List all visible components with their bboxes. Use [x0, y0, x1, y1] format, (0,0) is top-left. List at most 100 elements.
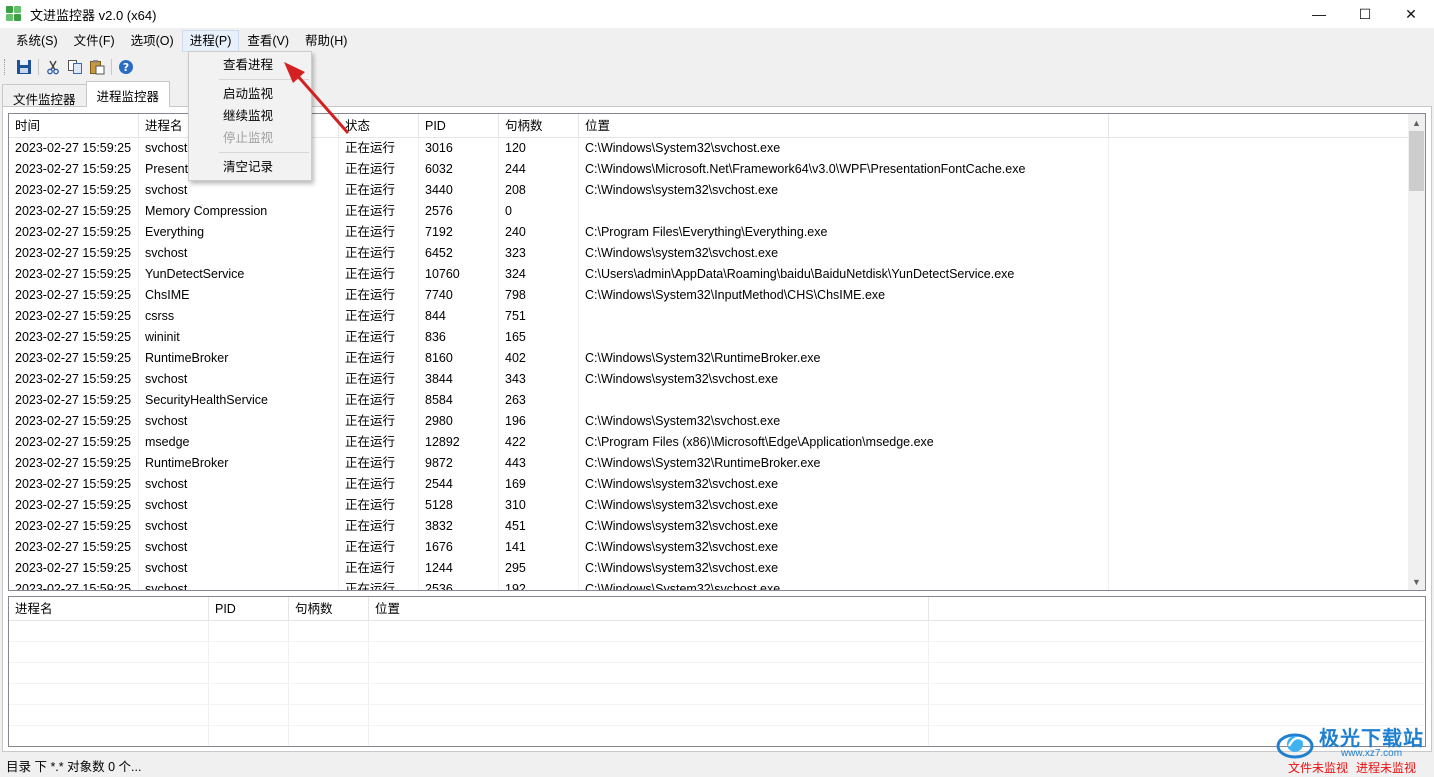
copy-button[interactable] [64, 57, 86, 77]
process-list-body: 2023-02-27 15:59:25 svchost 正在运行 3016 120 C:\… [9, 138, 1425, 590]
process-list[interactable]: 时间 进程名 状态 PID 句柄数 位置 2023-02-27 15:59:25 svcho… [8, 113, 1426, 591]
maximize-icon: ☐ [1358, 5, 1372, 22]
cell-pid: 2576 [419, 201, 499, 222]
cell-location [579, 327, 1109, 348]
cell-location: C:\Windows\System32\InputMethod\CHS\ChsI… [579, 285, 1109, 306]
cell-time: 2023-02-27 15:59:25 [9, 159, 139, 180]
table-row[interactable]: 2023-02-27 15:59:25 svchost 正在运行 2536 192 C:\… [9, 579, 1425, 590]
menu-item-clear-records[interactable]: 清空记录 [189, 156, 311, 178]
cell-pid: 9872 [419, 453, 499, 474]
menu-view[interactable]: 查看(V) [239, 30, 297, 52]
close-button[interactable]: ✕ [1388, 0, 1434, 28]
detail-column-header-location[interactable]: 位置 [369, 597, 929, 621]
menu-help[interactable]: 帮助(H) [297, 30, 355, 52]
scroll-up-icon[interactable]: ▲ [1408, 114, 1425, 131]
table-row[interactable]: 2023-02-27 15:59:25 svchost 正在运行 6452 323 C:\… [9, 243, 1425, 264]
minimize-button[interactable]: — [1296, 0, 1342, 28]
save-button[interactable] [13, 57, 35, 77]
detail-column-header-process-name[interactable]: 进程名 [9, 597, 209, 621]
cell-pid: 2980 [419, 411, 499, 432]
table-row[interactable]: 2023-02-27 15:59:25 svchost 正在运行 2544 169 C:\… [9, 474, 1425, 495]
column-header-handles[interactable]: 句柄数 [499, 114, 579, 138]
cell-location: C:\Windows\System32\svchost.exe [579, 411, 1109, 432]
empty-cell [369, 726, 929, 746]
cell-location: C:\Windows\System32\RuntimeBroker.exe [579, 453, 1109, 474]
table-row[interactable]: 2023-02-27 15:59:25 svchost 正在运行 2980 196 C:\… [9, 411, 1425, 432]
cell-handles: 208 [499, 180, 579, 201]
detail-column-header-pid[interactable]: PID [209, 597, 289, 621]
table-row[interactable]: 2023-02-27 15:59:25 wininit 正在运行 836 165 [9, 327, 1425, 348]
cut-button[interactable] [42, 57, 64, 77]
menu-process[interactable]: 进程(P) [181, 30, 240, 52]
table-row[interactable]: 2023-02-27 15:59:25 Memory Compression 正在运… [9, 201, 1425, 222]
column-header-filler[interactable] [1109, 114, 1407, 138]
cell-process-name: YunDetectService [139, 264, 339, 285]
empty-cell [929, 663, 1425, 684]
tab-process-monitor[interactable]: 进程监控器 [85, 81, 171, 107]
cell-time: 2023-02-27 15:59:25 [9, 138, 139, 159]
maximize-button[interactable]: ☐ [1342, 0, 1388, 28]
menu-file[interactable]: 文件(F) [66, 30, 123, 52]
cell-pid: 3844 [419, 369, 499, 390]
help-button[interactable]: ? [115, 57, 137, 77]
empty-cell [289, 621, 369, 642]
column-header-time[interactable]: 时间 [9, 114, 139, 138]
cell-status: 正在运行 [339, 369, 419, 390]
toolbar-grip[interactable] [4, 59, 7, 75]
svg-text:?: ? [123, 61, 129, 74]
table-row[interactable]: 2023-02-27 15:59:25 RuntimeBroker 正在运行 9872… [9, 453, 1425, 474]
table-row[interactable]: 2023-02-27 15:59:25 SecurityHealthService… [9, 390, 1425, 411]
menu-system[interactable]: 系统(S) [8, 30, 66, 52]
cell-process-name: csrss [139, 306, 339, 327]
cell-pid: 10760 [419, 264, 499, 285]
column-header-status[interactable]: 状态 [339, 114, 419, 138]
table-row[interactable]: 2023-02-27 15:59:25 ChsIME 正在运行 7740 798 C:\W… [9, 285, 1425, 306]
table-row[interactable]: 2023-02-27 15:59:25 RuntimeBroker 正在运行 8160… [9, 348, 1425, 369]
detail-column-header-filler[interactable] [929, 597, 1425, 621]
table-row[interactable]: 2023-02-27 15:59:25 svchost 正在运行 5128 310 C:\… [9, 495, 1425, 516]
detail-list[interactable]: 进程名 PID 句柄数 位置 [8, 596, 1426, 747]
cell-time: 2023-02-27 15:59:25 [9, 432, 139, 453]
paste-button[interactable] [86, 57, 108, 77]
cell-handles: 751 [499, 306, 579, 327]
table-row[interactable]: 2023-02-27 15:59:25 svchost 正在运行 3832 451 C:\… [9, 516, 1425, 537]
menu-item-resume-monitor[interactable]: 继续监视 [189, 105, 311, 127]
cell-handles: 323 [499, 243, 579, 264]
table-row[interactable]: 2023-02-27 15:59:25 svchost 正在运行 1676 141 C:\… [9, 537, 1425, 558]
table-row[interactable]: 2023-02-27 15:59:25 Everything 正在运行 7192 240… [9, 222, 1425, 243]
scrollbar-thumb[interactable] [1409, 131, 1424, 191]
cell-handles: 192 [499, 579, 579, 590]
detail-column-header-handles[interactable]: 句柄数 [289, 597, 369, 621]
cell-time: 2023-02-27 15:59:25 [9, 306, 139, 327]
table-row[interactable]: 2023-02-27 15:59:25 svchost 正在运行 3844 343 C:\… [9, 369, 1425, 390]
column-header-pid[interactable]: PID [419, 114, 499, 138]
table-row[interactable]: 2023-02-27 15:59:25 svchost 正在运行 3440 208 C:\… [9, 180, 1425, 201]
empty-cell [929, 642, 1425, 663]
toolbar-separator [111, 59, 112, 75]
cell-handles: 169 [499, 474, 579, 495]
menu-item-start-monitor[interactable]: 启动监视 [189, 83, 311, 105]
cell-filler [1109, 411, 1407, 432]
table-row[interactable]: 2023-02-27 15:59:25 msedge 正在运行 12892 422 C:\… [9, 432, 1425, 453]
cell-process-name: Everything [139, 222, 339, 243]
cell-handles: 196 [499, 411, 579, 432]
vertical-scrollbar[interactable]: ▲ ▼ [1408, 114, 1425, 590]
menu-item-view-process[interactable]: 查看进程 [189, 54, 311, 76]
tab-file-monitor[interactable]: 文件监控器 [2, 84, 87, 107]
column-header-location[interactable]: 位置 [579, 114, 1109, 138]
scroll-down-icon[interactable]: ▼ [1408, 573, 1425, 590]
empty-cell [289, 663, 369, 684]
cell-time: 2023-02-27 15:59:25 [9, 285, 139, 306]
table-row[interactable]: 2023-02-27 15:59:25 csrss 正在运行 844 751 [9, 306, 1425, 327]
table-row[interactable]: 2023-02-27 15:59:25 svchost 正在运行 1244 295 C:\… [9, 558, 1425, 579]
table-row[interactable]: 2023-02-27 15:59:25 YunDetectService 正在运行 1… [9, 264, 1425, 285]
empty-cell [369, 642, 929, 663]
cell-status: 正在运行 [339, 390, 419, 411]
menu-item-stop-monitor: 停止监视 [223, 131, 274, 145]
toolbar-separator [38, 59, 39, 75]
menu-options[interactable]: 选项(O) [123, 30, 182, 52]
empty-cell [929, 705, 1425, 726]
cell-location: C:\Windows\system32\svchost.exe [579, 495, 1109, 516]
cell-location: C:\Program Files\Everything\Everything.e… [579, 222, 1109, 243]
empty-cell [369, 621, 929, 642]
